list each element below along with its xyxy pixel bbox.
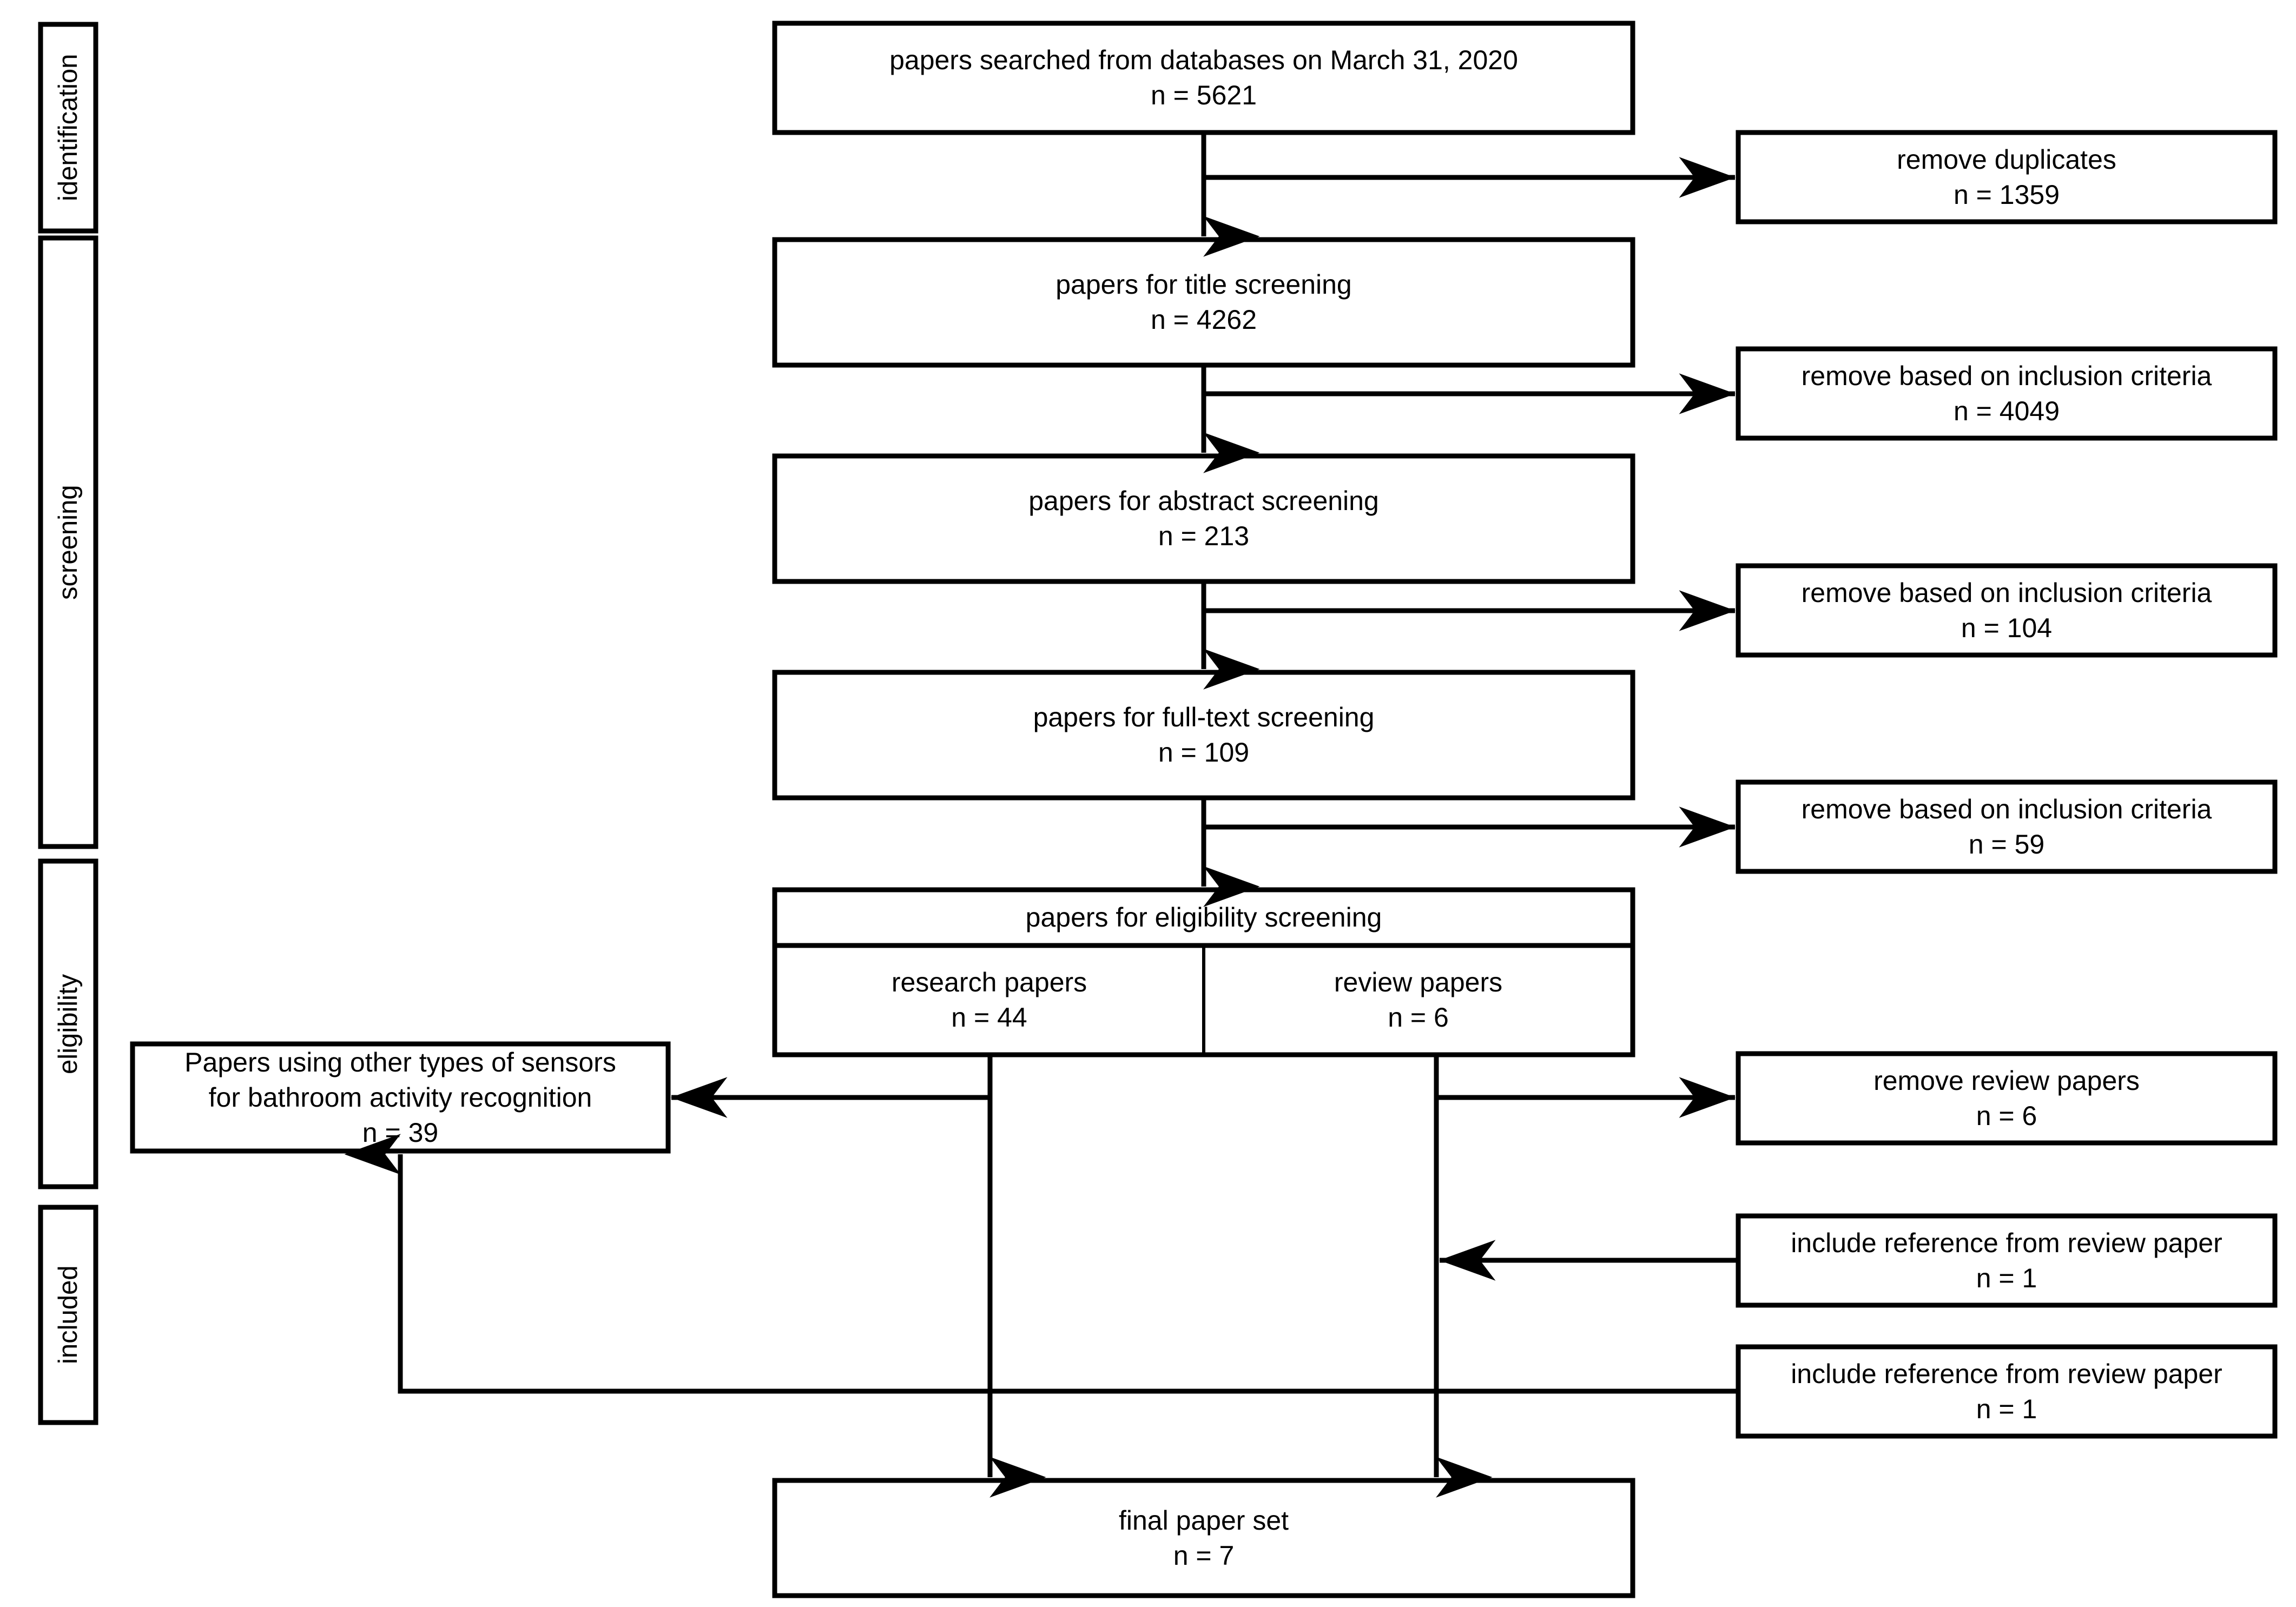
stage-label-identification: identification (41, 24, 96, 231)
box-title-screening-line2: n = 4262 (1150, 305, 1257, 335)
box-include-reference-1-line1: include reference from review paper (1791, 1227, 2222, 1258)
box-review-papers-line1: review papers (1334, 967, 1503, 997)
box-eligibility-header-text: papers for eligibility screening (775, 890, 1633, 945)
box-remove-inclusion-3-line1: remove based on inclusion criteria (1801, 793, 2212, 824)
box-final-set-line2: n = 7 (1173, 1540, 1235, 1571)
box-remove-review-papers-line2: n = 6 (1976, 1100, 2037, 1131)
box-remove-inclusion-1-line2: n = 4049 (1953, 395, 2060, 426)
box-other-sensors-line2: for bathroom activity recognition (208, 1082, 592, 1113)
box-remove-duplicates-line2: n = 1359 (1953, 179, 2060, 210)
box-research-papers-line1: research papers (891, 967, 1087, 997)
box-title-screening-line1: papers for title screening (1055, 269, 1352, 300)
box-other-sensors-line3: n = 39 (362, 1117, 439, 1148)
box-abstract-screening-line2: n = 213 (1158, 521, 1250, 551)
box-review-papers-text: review papers n = 6 (1204, 945, 1633, 1055)
box-title-screening-text: papers for title screening n = 4262 (775, 240, 1633, 365)
box-searched-text: papers searched from databases on March … (775, 23, 1633, 133)
stage-label-eligibility: eligibility (41, 861, 96, 1187)
box-searched-line1: papers searched from databases on March … (889, 45, 1518, 75)
stage-label-screening-text: screening (54, 485, 83, 600)
box-abstract-screening-line1: papers for abstract screening (1028, 486, 1379, 516)
box-research-papers-text: research papers n = 44 (775, 945, 1204, 1055)
box-remove-duplicates-text: remove duplicates n = 1359 (1738, 133, 2275, 222)
box-include-reference-2-text: include reference from review paper n = … (1738, 1347, 2275, 1436)
branch-include-reference-2-to-other-sensors (344, 1134, 1738, 1394)
box-include-reference-1-line2: n = 1 (1976, 1262, 2037, 1293)
box-review-papers-line2: n = 6 (1388, 1002, 1449, 1033)
box-include-reference-1-text: include reference from review paper n = … (1738, 1216, 2275, 1305)
box-remove-inclusion-3-text: remove based on inclusion criteria n = 5… (1738, 782, 2275, 871)
stage-label-identification-text: identification (54, 54, 83, 202)
box-remove-duplicates-line1: remove duplicates (1897, 144, 2116, 175)
box-remove-inclusion-2-line1: remove based on inclusion criteria (1801, 577, 2212, 608)
box-include-reference-2-line1: include reference from review paper (1791, 1358, 2222, 1389)
box-remove-review-papers-line1: remove review papers (1873, 1065, 2140, 1096)
box-research-papers-line2: n = 44 (951, 1002, 1027, 1033)
box-remove-review-papers-text: remove review papers n = 6 (1738, 1054, 2275, 1143)
stage-label-included-text: included (54, 1265, 83, 1365)
box-abstract-screening-text: papers for abstract screening n = 213 (775, 456, 1633, 581)
box-final-set-text: final paper set n = 7 (775, 1480, 1633, 1596)
stage-label-included: included (41, 1207, 96, 1423)
box-searched-line2: n = 5621 (1150, 80, 1257, 110)
box-remove-inclusion-2-line2: n = 104 (1961, 612, 2053, 643)
box-final-set-line1: final paper set (1118, 1505, 1289, 1536)
box-include-reference-2-line2: n = 1 (1976, 1393, 2037, 1424)
box-fulltext-screening-line2: n = 109 (1158, 737, 1250, 768)
box-remove-inclusion-2-text: remove based on inclusion criteria n = 1… (1738, 566, 2275, 655)
box-remove-inclusion-1-text: remove based on inclusion criteria n = 4… (1738, 349, 2275, 438)
box-eligibility-header-label: papers for eligibility screening (1025, 902, 1382, 933)
box-remove-inclusion-3-line2: n = 59 (1968, 829, 2045, 859)
prisma-flow-diagram: identification screening eligibility inc… (0, 0, 2296, 1607)
box-fulltext-screening-text: papers for full-text screening n = 109 (775, 672, 1633, 798)
stage-label-screening: screening (41, 238, 96, 847)
box-fulltext-screening-line1: papers for full-text screening (1033, 702, 1375, 732)
box-other-sensors-text: Papers using other types of sensors for … (133, 1044, 668, 1151)
box-other-sensors-line1: Papers using other types of sensors (184, 1047, 616, 1077)
stage-label-eligibility-text: eligibility (54, 974, 83, 1074)
box-remove-inclusion-1-line1: remove based on inclusion criteria (1801, 360, 2212, 391)
